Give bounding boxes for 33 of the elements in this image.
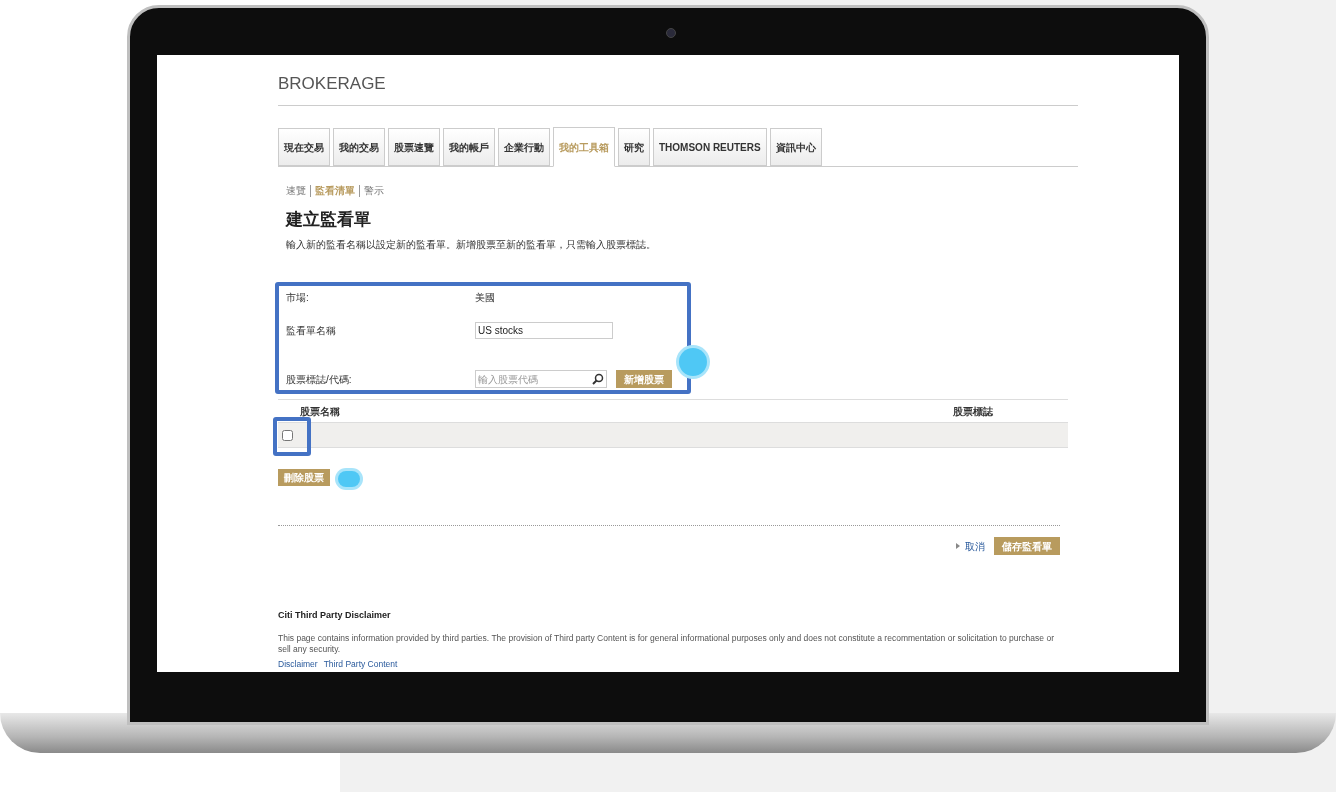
nav-tab[interactable]: 我的帳戶 — [443, 128, 495, 166]
nav-tab[interactable]: 現在交易 — [278, 128, 330, 166]
watchlist-name-field[interactable]: US stocks — [475, 321, 613, 339]
column-header: 股票名稱 — [300, 404, 340, 419]
subnav-link[interactable]: 速覽 — [286, 185, 306, 197]
watchlist-name-label: 監看單名稱 — [286, 323, 337, 338]
market-value: 美國 — [475, 290, 495, 305]
disclaimer-link[interactable]: Disclaimer — [278, 658, 318, 669]
page-title: 建立監看單 — [286, 209, 372, 231]
market-label: 市場: — [286, 290, 310, 305]
camera-icon — [666, 28, 676, 38]
nav-tab[interactable]: 我的交易 — [333, 128, 385, 166]
nav-tab[interactable]: 股票速覽 — [388, 128, 440, 166]
play-icon — [956, 543, 960, 549]
highlight-frame — [273, 417, 311, 456]
click-marker — [679, 348, 707, 376]
description: 輸入新的監看名稱以設定新的監看單。新增股票至新的監看單，只需輸入股票標誌。 — [286, 239, 657, 251]
search-icon — [592, 373, 604, 385]
column-header: 股票標誌 — [953, 404, 993, 419]
disclaimer-title: Citi Third Party Disclaimer — [278, 609, 392, 622]
nav-tab[interactable]: 企業行動 — [498, 128, 550, 166]
symbol-label: 股票標誌/代碼: — [286, 372, 353, 387]
subnav-link[interactable]: 警示 — [364, 185, 384, 197]
symbol-search-field[interactable]: 輸入股票代碼 — [475, 370, 607, 388]
nav-tab[interactable]: THOMSON REUTERS — [653, 128, 767, 166]
cancel-link[interactable]: 取消 — [965, 538, 985, 554]
click-marker — [338, 471, 360, 487]
disclaimer-text: This page contains information provided by third parties. The provision of Third party Content is for general informational purposes only and does not constitute a recommentation or solicitation to purchase or sell any security. — [278, 632, 1055, 655]
nav-tab[interactable]: 資訊中心 — [769, 128, 822, 166]
brand-title: BROKERAGE — [278, 74, 387, 94]
disclaimer-link[interactable]: Third Party Content — [323, 658, 398, 669]
nav-tab[interactable]: 研究 — [618, 128, 650, 166]
row-checkbox[interactable] — [282, 429, 293, 441]
